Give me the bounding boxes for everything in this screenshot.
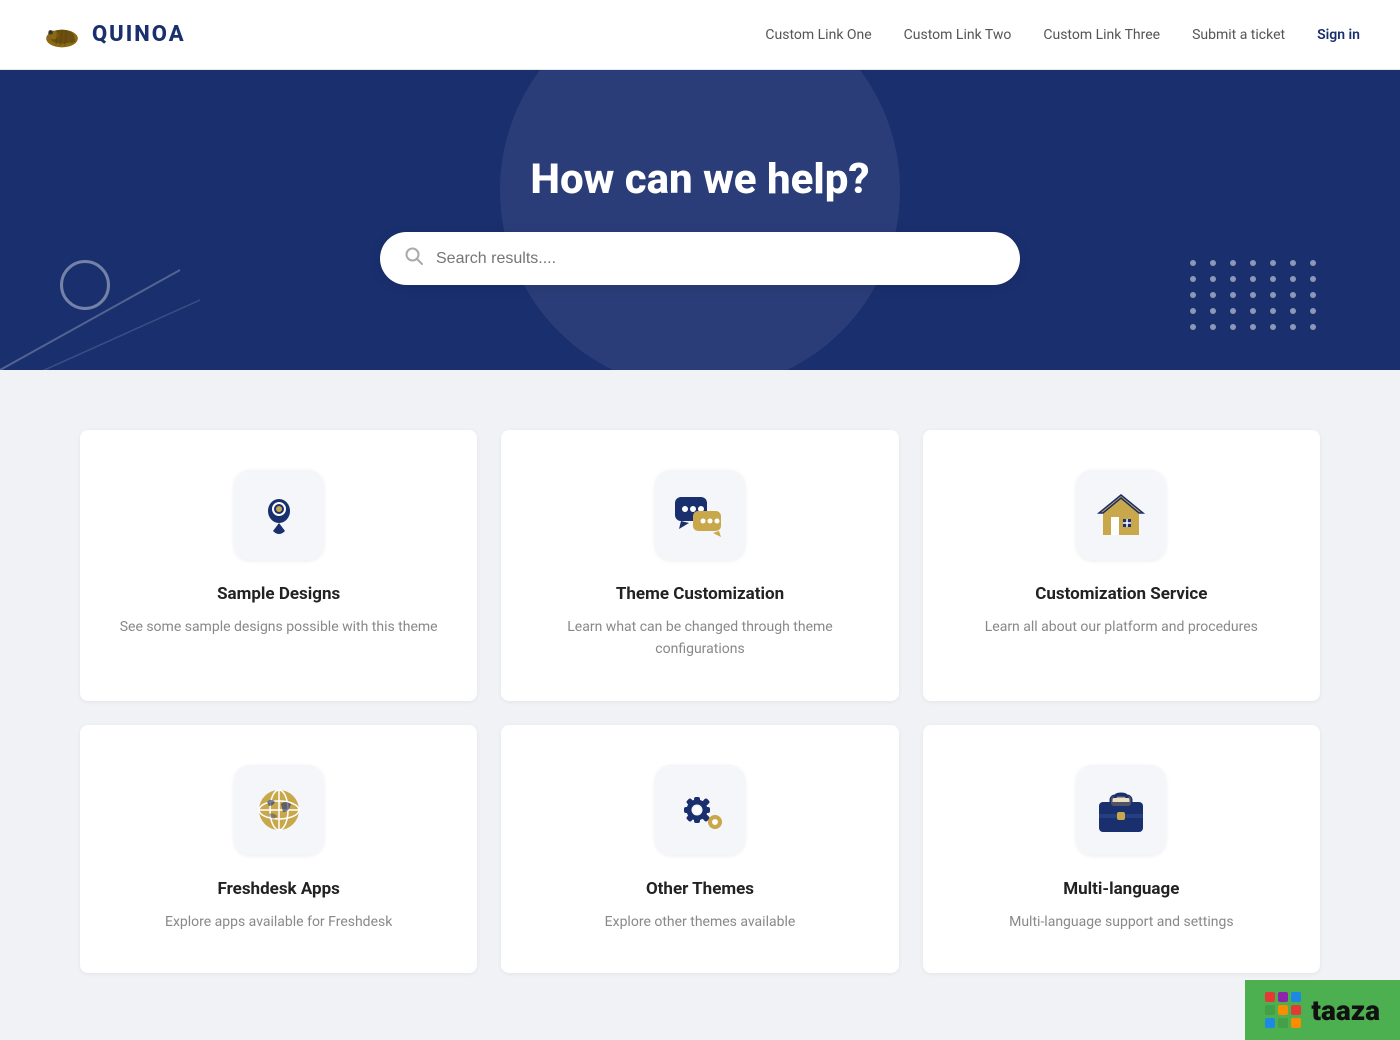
card-title-multi-language: Multi-language [1063,879,1179,899]
card-theme-customization[interactable]: Theme Customization Learn what can be ch… [501,430,898,701]
nav-link-two[interactable]: Custom Link Two [904,27,1012,43]
nav-link-three[interactable]: Custom Link Three [1043,27,1160,43]
card-desc-sample-designs: See some sample designs possible with th… [120,616,438,638]
card-sample-designs[interactable]: Sample Designs See some sample designs p… [80,430,477,701]
search-input[interactable] [436,250,996,268]
card-desc-multi-language: Multi-language support and settings [1009,911,1233,933]
card-title-other-themes: Other Themes [646,879,754,899]
card-desc-freshdesk-apps: Explore apps available for Freshdesk [165,911,392,933]
logo-text: QUINOA [92,22,186,47]
cards-grid: Sample Designs See some sample designs p… [80,430,1320,973]
cards-section: Sample Designs See some sample designs p… [0,370,1400,1033]
search-icon [404,246,424,271]
hero-decoration-circle-large [500,70,900,370]
logo[interactable]: QUINOA [40,19,186,51]
card-icon-sample-designs [234,470,324,560]
search-bar [380,232,1020,285]
card-other-themes[interactable]: Other Themes Explore other themes availa… [501,725,898,973]
taaza-grid-icon [1265,992,1301,1028]
card-title-freshdesk-apps: Freshdesk Apps [217,879,339,899]
hero-title: How can we help? [530,155,869,204]
card-title-sample-designs: Sample Designs [217,584,340,604]
card-icon-other-themes [655,765,745,855]
hero-decoration-lines [0,210,220,370]
card-multi-language[interactable]: Multi-language Multi-language support an… [923,725,1320,973]
card-title-theme-customization: Theme Customization [616,584,784,604]
card-icon-theme-customization [655,470,745,560]
card-customization-service[interactable]: Customization Service Learn all about ou… [923,430,1320,701]
taaza-label: taaza [1311,994,1380,1027]
card-icon-multi-language [1076,765,1166,855]
card-desc-theme-customization: Learn what can be changed through theme … [531,616,868,661]
logo-icon [40,19,84,51]
hero-section: How can we help? [0,70,1400,370]
card-desc-customization-service: Learn all about our platform and procedu… [985,616,1258,638]
taaza-watermark: taaza [1245,980,1400,1040]
nav-sign-in[interactable]: Sign in [1317,27,1360,43]
card-icon-customization-service [1076,470,1166,560]
header: QUINOA Custom Link One Custom Link Two C… [0,0,1400,70]
nav-link-one[interactable]: Custom Link One [765,27,871,43]
nav-submit-ticket[interactable]: Submit a ticket [1192,27,1285,43]
card-desc-other-themes: Explore other themes available [605,911,796,933]
card-title-customization-service: Customization Service [1035,584,1207,604]
hero-decoration-dots [1190,260,1320,330]
card-icon-freshdesk-apps [234,765,324,855]
main-nav: Custom Link One Custom Link Two Custom L… [765,27,1360,43]
card-freshdesk-apps[interactable]: Freshdesk Apps Explore apps available fo… [80,725,477,973]
